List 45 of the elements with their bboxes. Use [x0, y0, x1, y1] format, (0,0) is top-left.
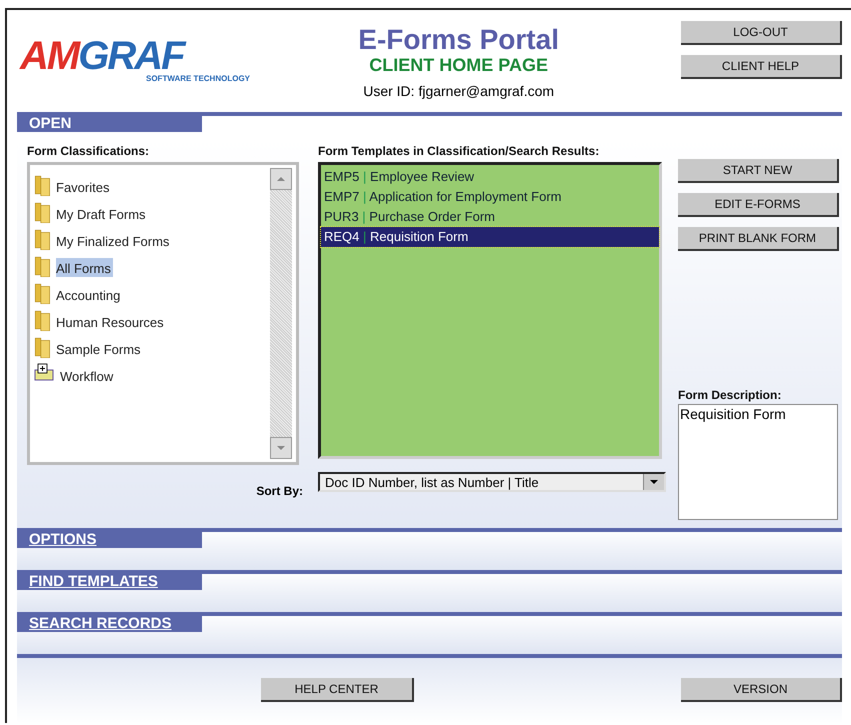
workflow-icon — [34, 363, 54, 381]
classification-item[interactable]: My Finalized Forms — [56, 231, 172, 250]
portal-title: E-Forms Portal — [358, 25, 559, 55]
version-button[interactable]: VERSION — [681, 678, 842, 702]
folder-icon — [34, 255, 52, 277]
classification-item[interactable]: Accounting — [56, 285, 122, 304]
header-button[interactable]: LOG-OUT — [681, 21, 842, 45]
classification-item[interactable]: Favorites — [56, 177, 112, 196]
scroll-up-icon[interactable] — [276, 176, 286, 182]
company-logo: AMGRAF SOFTWARE TECHNOLOGY — [20, 38, 251, 83]
section-tab[interactable]: OPEN — [17, 116, 202, 132]
classification-item[interactable]: My Draft Forms — [56, 204, 148, 223]
folder-icon — [34, 228, 52, 250]
action-button[interactable]: PRINT BLANK FORM — [678, 227, 839, 251]
page-subtitle: CLIENT HOME PAGE — [369, 55, 548, 75]
folder-icon — [34, 174, 52, 196]
action-button[interactable]: START NEW — [678, 159, 839, 183]
field-label: Form Classifications: — [27, 144, 150, 160]
classification-item[interactable]: All Forms — [56, 258, 113, 277]
section-link[interactable]: FIND TEMPLATES — [17, 574, 202, 590]
user-id-text: User ID: fjgarner@amgraf.com — [363, 83, 554, 99]
folder-icon — [34, 201, 52, 223]
section-link[interactable]: OPTIONS — [17, 532, 202, 548]
template-item[interactable]: EMP7 | Application for Employment Form — [321, 187, 659, 207]
section-link[interactable]: SEARCH RECORDS — [17, 616, 202, 632]
sort-label: Sort By: — [255, 484, 303, 498]
classification-item[interactable]: Sample Forms — [56, 339, 143, 358]
header-button[interactable]: CLIENT HELP — [681, 55, 842, 79]
template-item[interactable]: EMP5 | Employee Review — [321, 167, 659, 187]
scrollbar[interactable] — [270, 168, 292, 459]
folder-icon — [34, 309, 52, 331]
help-center-button[interactable]: HELP CENTER — [261, 678, 414, 702]
description-field[interactable]: Requisition Form — [678, 404, 838, 520]
folder-icon — [34, 282, 52, 304]
scroll-down-icon[interactable] — [276, 445, 286, 451]
action-button[interactable]: EDIT E-FORMS — [678, 193, 839, 217]
template-item[interactable]: PUR3 | Purchase Order Form — [321, 207, 659, 227]
classification-item[interactable]: Human Resources — [56, 312, 166, 331]
folder-icon — [34, 336, 52, 358]
template-item[interactable]: REQ4 | Requisition Form — [321, 227, 659, 247]
field-label: Form Templates in Classification/Search Results: — [318, 144, 600, 160]
classification-item[interactable]: Workflow — [60, 366, 116, 385]
field-label: Form Description: — [678, 388, 782, 404]
sort-dropdown[interactable]: Doc ID Number, list as Number | Title — [318, 472, 666, 492]
dropdown-arrow-icon[interactable] — [649, 479, 659, 485]
